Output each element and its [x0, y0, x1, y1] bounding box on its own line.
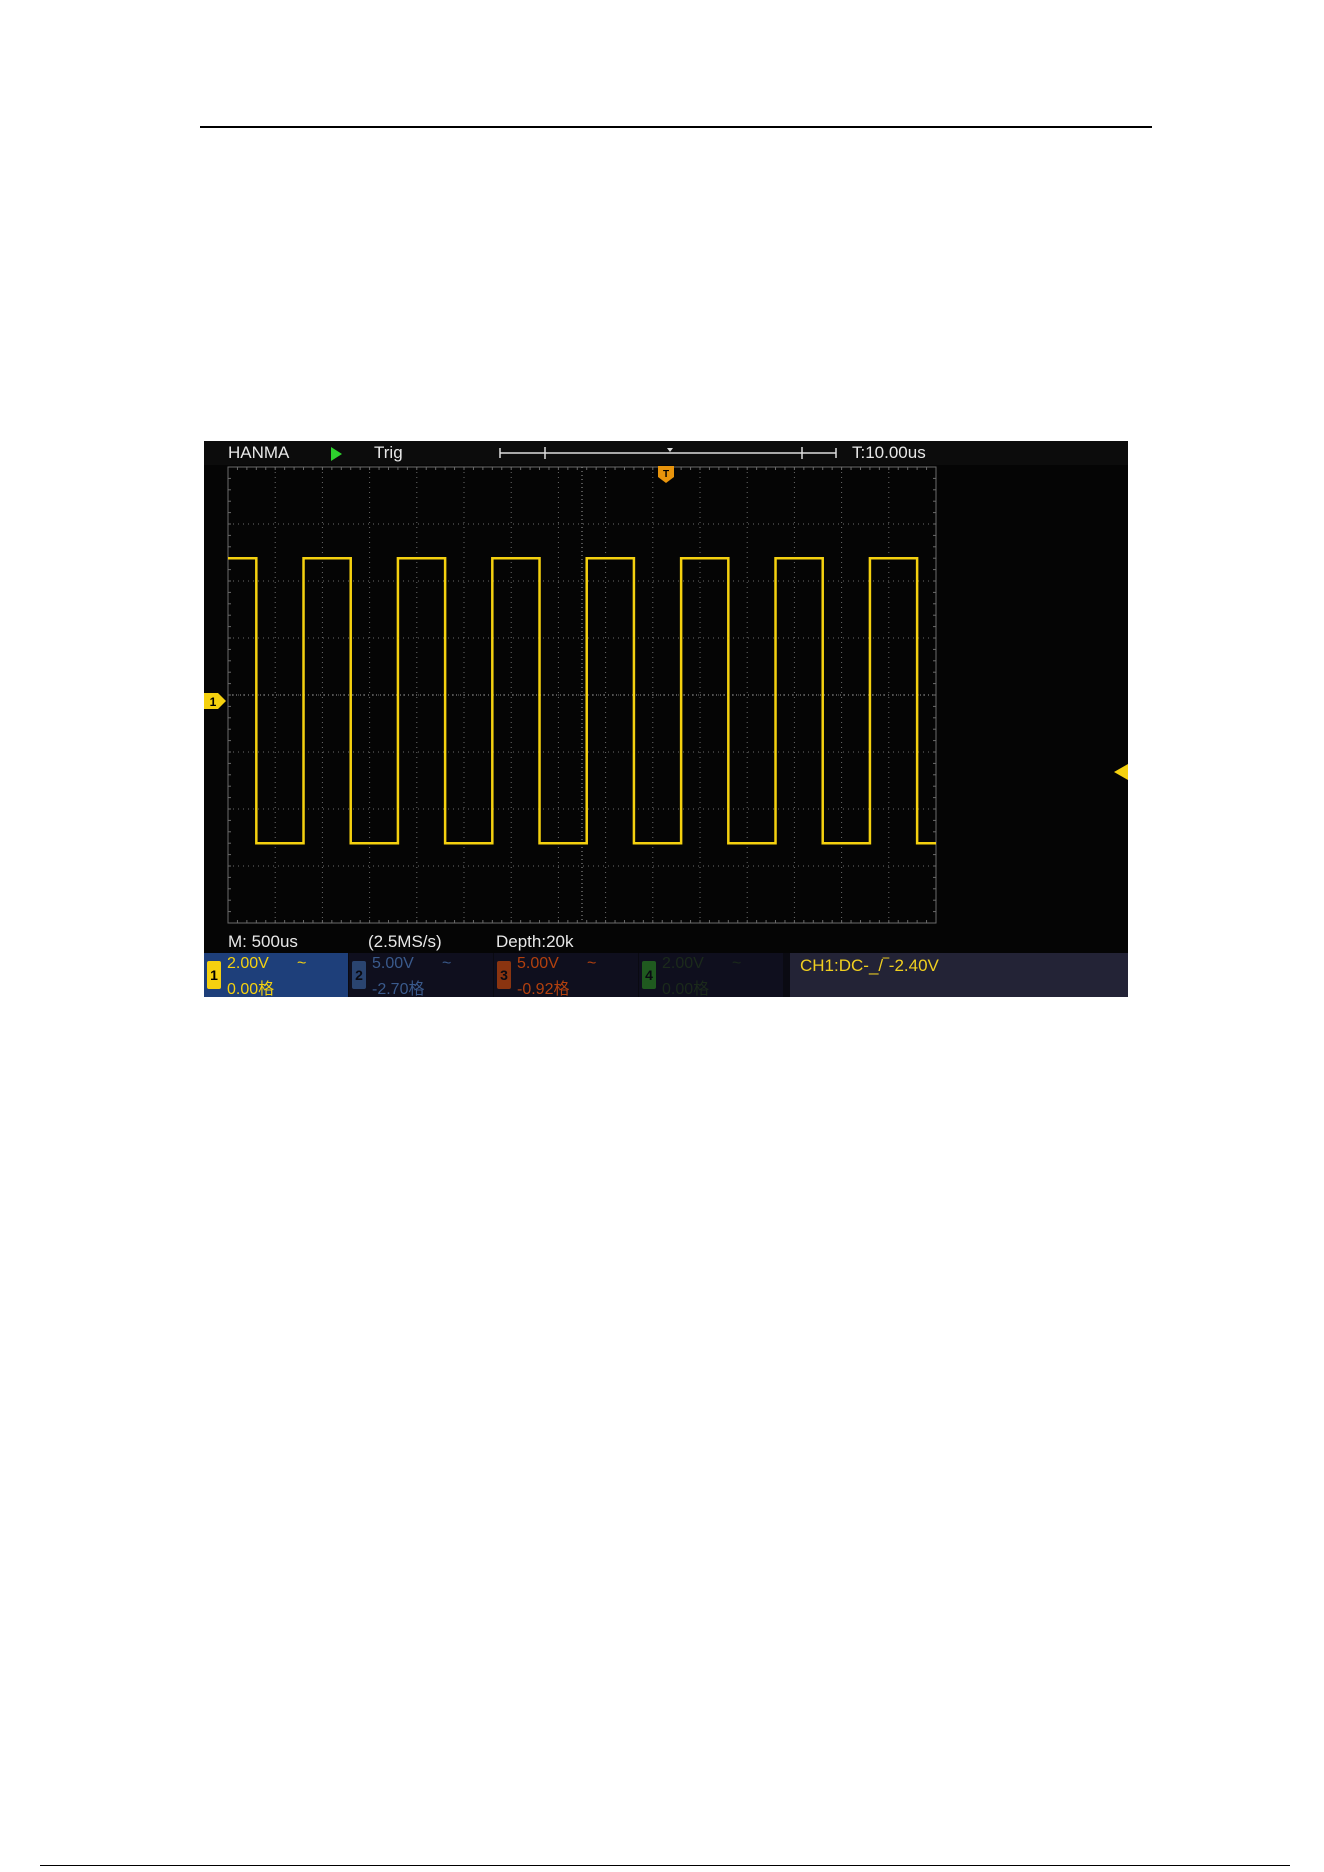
channel-3-badge: 3	[497, 961, 511, 989]
waveform-grid	[227, 466, 937, 924]
page-footer-rule	[40, 1865, 1290, 1866]
channel-2-offset: -2.70格	[372, 981, 425, 997]
channel-1-panel[interactable]: 1 2.00V ~ 0.00格	[204, 953, 348, 997]
channel-1-waveform	[228, 556, 936, 845]
trigger-settings-readout: CH1:DC-_/‾-2.40V	[800, 956, 939, 975]
trigger-info-panel[interactable]: CH1:DC-_/‾-2.40V	[790, 953, 1128, 997]
channel-2-coupling: ~	[442, 955, 452, 972]
channel-1-ground-marker[interactable]: 1	[204, 693, 228, 709]
channel-1-badge: 1	[207, 961, 221, 989]
trigger-marker-label: T	[663, 469, 669, 480]
sample-rate-readout: (2.5MS/s)	[368, 932, 442, 951]
channel-3-offset: -0.92格	[517, 981, 570, 997]
channel-1-marker-label: 1	[210, 695, 217, 709]
timebase-readout: M: 500us	[228, 932, 298, 951]
channel-1-offset: 0.00格	[227, 981, 275, 997]
channel-4-coupling: ~	[732, 955, 742, 972]
page-header-rule	[200, 126, 1152, 128]
channel-3-panel[interactable]: 3 5.00V ~ -0.92格	[494, 953, 638, 997]
channel-3-volts: 5.00V	[517, 955, 559, 972]
channel-info-bar: 1 2.00V ~ 0.00格 2 5.00V ~ -2.70格 3 5.00V…	[204, 953, 1128, 997]
channel-4-offset: 0.00格	[662, 981, 710, 997]
memory-depth-readout: Depth:20k	[496, 932, 574, 951]
channel-4-badge: 4	[642, 961, 656, 989]
oscilloscope-screen: HANMA Trig T:10.00us M: 500us (2.5MS/s) …	[204, 441, 1128, 997]
channel-2-volts: 5.00V	[372, 955, 414, 972]
trigger-level-marker[interactable]	[1112, 764, 1128, 780]
channel-1-coupling: ~	[297, 955, 307, 972]
trigger-position-marker[interactable]: T	[658, 466, 674, 483]
channel-4-panel[interactable]: 4 2.00V ~ 0.00格	[639, 953, 783, 997]
acquisition-status-row: M: 500us (2.5MS/s) Depth:20k	[204, 931, 1128, 953]
channel-3-coupling: ~	[587, 955, 597, 972]
channel-2-badge: 2	[352, 961, 366, 989]
channel-1-volts: 2.00V	[227, 955, 269, 972]
channel-2-panel[interactable]: 2 5.00V ~ -2.70格	[349, 953, 493, 997]
channel-4-volts: 2.00V	[662, 955, 704, 972]
